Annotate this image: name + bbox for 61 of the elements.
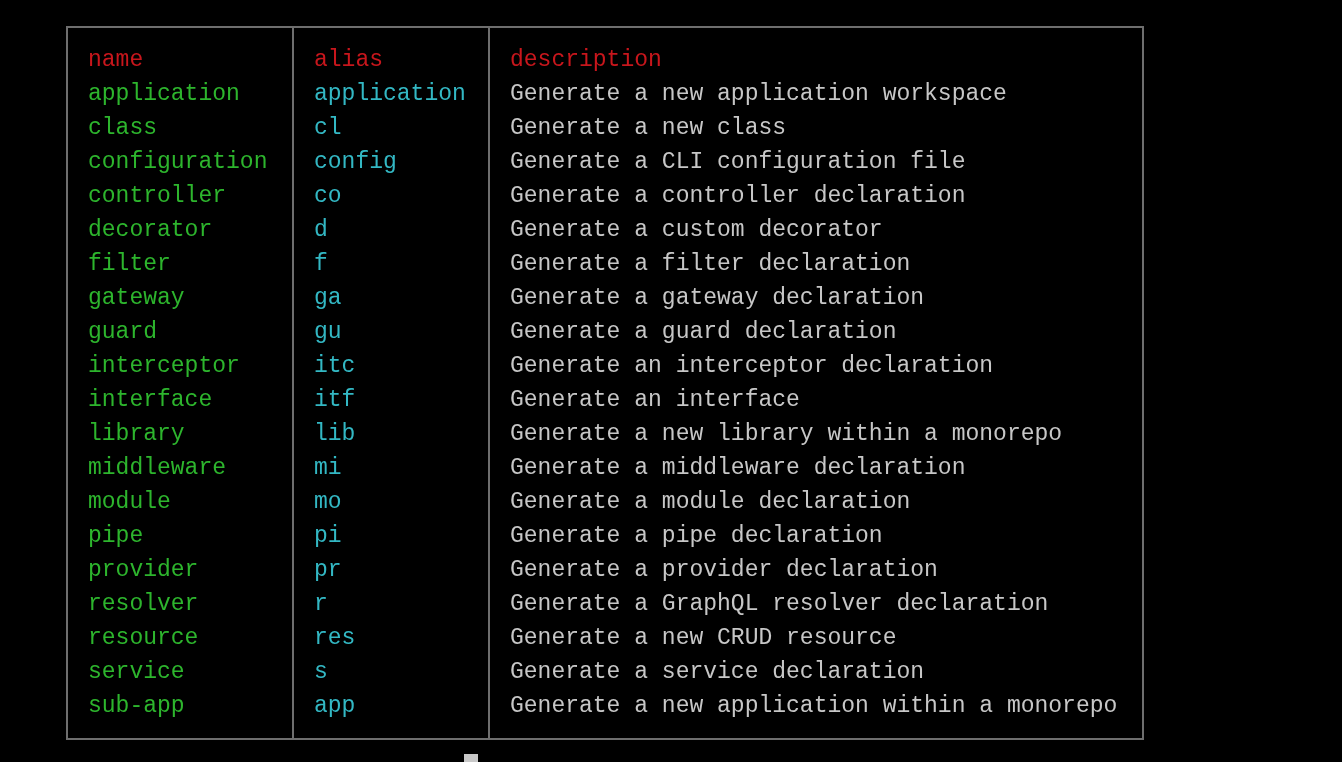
table-cell-text: Generate a new application within a monorepo	[510, 692, 1119, 721]
table-cell-text: Generate a custom decorator	[510, 216, 884, 245]
table-cell-text: pr	[314, 556, 343, 585]
table-cell-text: provider	[88, 556, 200, 585]
table-cell-text: mi	[314, 454, 343, 483]
table-cell-text: gu	[314, 318, 343, 347]
table-cell-text: Generate a guard declaration	[510, 318, 898, 347]
table-cell-text: interceptor	[88, 352, 241, 381]
table-cell-text: lib	[314, 420, 357, 449]
table-cell-text: application	[314, 80, 467, 109]
table-cell-text: sub-app	[88, 692, 186, 721]
table-cell-text: Generate a GraphQL resolver declaration	[510, 590, 1050, 619]
table-cell-text: config	[314, 148, 398, 177]
table-cell-text: Generate a CLI configuration file	[510, 148, 967, 177]
table-cell-text: cl	[314, 114, 343, 143]
table-cell-text: Generate a service declaration	[510, 658, 926, 687]
table-cell-text: itf	[314, 386, 357, 415]
table-cell-text: Generate a controller declaration	[510, 182, 967, 211]
table-cell-text: app	[314, 692, 357, 721]
table-cell-text: Generate a filter declaration	[510, 250, 912, 279]
table-cell-text: service	[88, 658, 186, 687]
table-cell-text: co	[314, 182, 343, 211]
table-cell-text: filter	[88, 250, 172, 279]
cursor	[464, 754, 478, 762]
table-cell-text: gateway	[88, 284, 186, 313]
table-cell-text: mo	[314, 488, 343, 517]
table-cell-text: Generate a new CRUD resource	[510, 624, 898, 653]
table-cell-text: module	[88, 488, 172, 517]
table-cell-text: configuration	[88, 148, 269, 177]
table-cell-text: d	[314, 216, 329, 245]
table-cell-text: s	[314, 658, 329, 687]
table-cell-text: library	[88, 420, 186, 449]
table-cell-text: class	[88, 114, 158, 143]
table-cell-text: Generate an interceptor declaration	[510, 352, 995, 381]
table-cell-text: interface	[88, 386, 214, 415]
table-cell-text: Generate a middleware declaration	[510, 454, 967, 483]
table-cell-text: application	[88, 80, 241, 109]
table-cell-text: pi	[314, 522, 343, 551]
table-cell-text: Generate a gateway declaration	[510, 284, 926, 313]
column-header: alias	[314, 46, 384, 75]
table-cell-text: Generate a new application workspace	[510, 80, 1008, 109]
table-cell-text: decorator	[88, 216, 214, 245]
table-cell-text: Generate a new library within a monorepo	[510, 420, 1064, 449]
table-cell-text: middleware	[88, 454, 228, 483]
table-cell-text: Generate a new class	[510, 114, 788, 143]
table-cell-text: resolver	[88, 590, 200, 619]
table-cell-text: r	[314, 590, 329, 619]
table-cell-text: Generate a pipe declaration	[510, 522, 884, 551]
table-cell-text: itc	[314, 352, 357, 381]
column-header: name	[88, 46, 145, 75]
table-cell-text: guard	[88, 318, 158, 347]
table-cell-text: res	[314, 624, 357, 653]
table-cell-text: pipe	[88, 522, 145, 551]
table-cell-text: controller	[88, 182, 228, 211]
table-cell-text: ga	[314, 284, 343, 313]
table-cell-text: Generate a provider declaration	[510, 556, 939, 585]
table-cell-text: Generate an interface	[510, 386, 801, 415]
column-header: description	[510, 46, 663, 75]
table-cell-text: f	[314, 250, 329, 279]
table-cell-text: resource	[88, 624, 200, 653]
table-cell-text: Generate a module declaration	[510, 488, 912, 517]
